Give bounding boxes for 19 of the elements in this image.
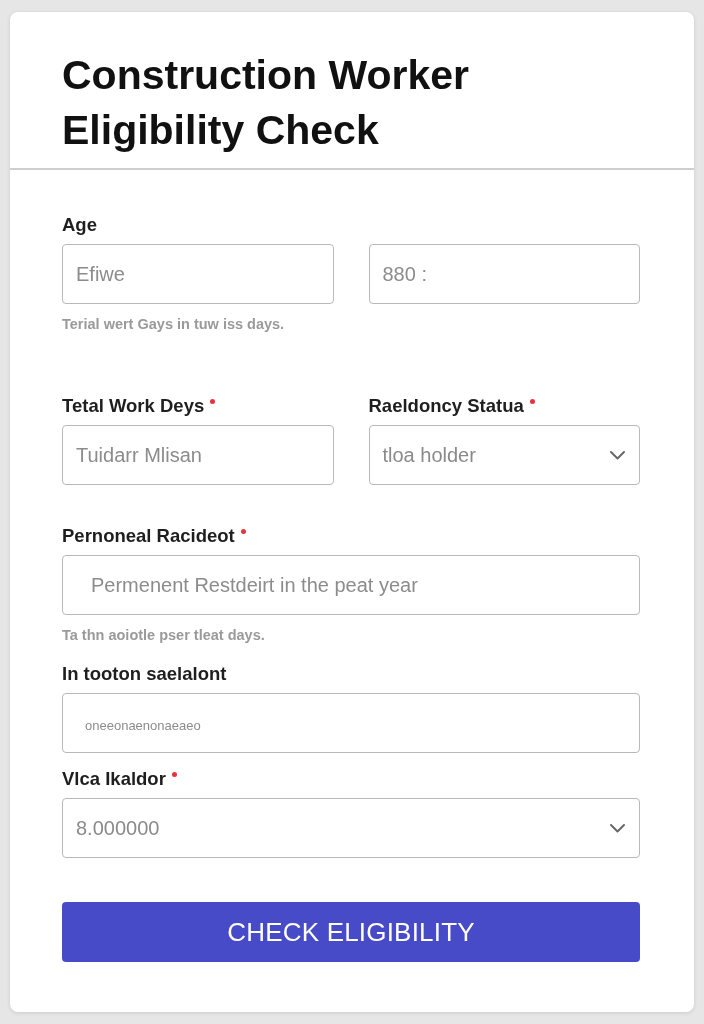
field-label: Vlca Ikaldor (62, 768, 166, 790)
input-field[interactable]: oneeonaenonaeaeo (62, 693, 640, 753)
field-label: Raeldoncy Statua (368, 395, 524, 417)
hint-text: Terial wert Gays in tuw iss days. (62, 316, 286, 333)
field-label: Age (62, 214, 97, 236)
field-label: Tetal Work Deys (62, 395, 205, 417)
field-label: Pernoneal Racideot (62, 525, 235, 547)
select-field[interactable]: 8.000000 (62, 798, 640, 858)
chevron-down-icon (610, 823, 625, 833)
input-field[interactable]: 880 : (368, 244, 640, 304)
input-field[interactable]: Efiwe (62, 244, 334, 304)
form-title: Construction Worker Eligibility Check (62, 51, 470, 155)
select-field[interactable]: tloa holder (368, 425, 640, 485)
check-eligibility-button[interactable]: CHECK ELIGIBILITY (62, 902, 640, 962)
hint-text: Ta thn aoiotle pser tleat days. (62, 627, 266, 644)
chevron-down-icon (610, 450, 625, 460)
input-field[interactable]: Tuidarr Mlisan (62, 425, 334, 485)
field-label: In tooton saelalont (62, 663, 227, 685)
input-field[interactable]: Permenent Restdeirt in the peat year (62, 555, 640, 615)
